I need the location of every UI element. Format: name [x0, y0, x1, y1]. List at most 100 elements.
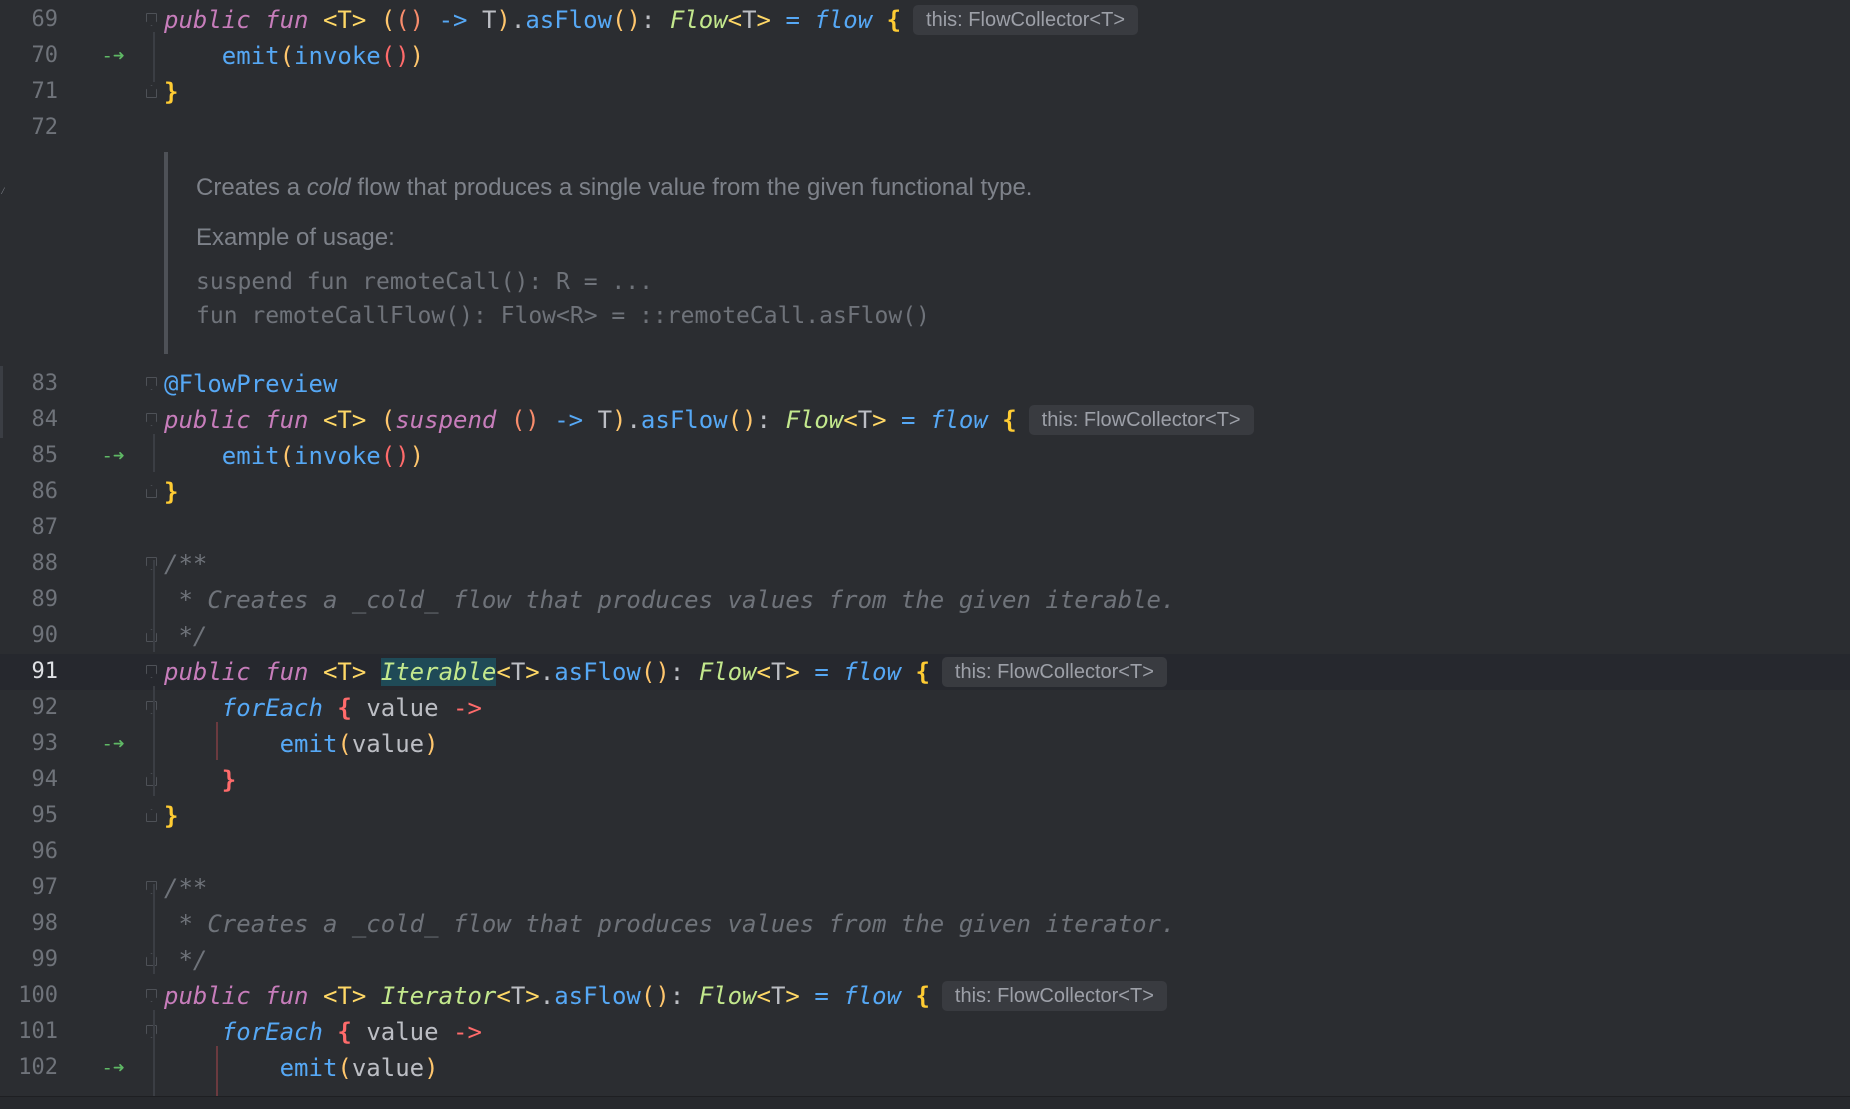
code-line[interactable]: 88 /**	[0, 546, 1850, 582]
code-editor[interactable]: 69 public fun <T> (() -> T).asFlow(): Fl…	[0, 0, 1850, 1096]
fold-icon[interactable]	[146, 413, 157, 426]
code-text[interactable]: public fun <T> (() -> T).asFlow(): Flow<…	[164, 2, 1139, 38]
indent-guide	[153, 434, 155, 472]
fold-icon[interactable]	[146, 989, 157, 1002]
code-line[interactable]: 71 }	[0, 74, 1850, 110]
code-line[interactable]: 97 /**	[0, 870, 1850, 906]
inlay-hint: this: FlowCollector<T>	[913, 5, 1139, 35]
code-text[interactable]: */	[164, 618, 207, 654]
fold-icon[interactable]	[146, 665, 157, 678]
indent-guide	[216, 722, 218, 760]
line-number: 102	[18, 1055, 58, 1080]
line-number: 85	[31, 443, 59, 468]
code-line[interactable]: 84 public fun <T> (suspend () -> T).asFl…	[0, 402, 1850, 438]
code-line[interactable]: 95 }	[0, 798, 1850, 834]
line-number: 90	[31, 623, 59, 648]
line-number: 94	[31, 767, 59, 792]
fold-icon[interactable]	[146, 881, 157, 894]
fold-icon[interactable]	[146, 773, 157, 786]
line-number: 101	[18, 1019, 58, 1044]
code-line[interactable]: 102 -➜ emit(value)	[0, 1050, 1850, 1086]
doc-example-heading: Example of usage:	[196, 224, 395, 251]
doc-code-line: suspend fun remoteCall(): R = ...	[196, 269, 653, 295]
fold-icon[interactable]	[146, 557, 157, 570]
code-text[interactable]: @FlowPreview	[164, 366, 337, 402]
code-text[interactable]: forEach { value ->	[164, 690, 482, 726]
highlighted-identifier: Iterable	[380, 658, 497, 686]
suspend-call-icon[interactable]: -➜	[100, 733, 126, 755]
code-line[interactable]: 96	[0, 834, 1850, 870]
code-text[interactable]: * Creates a _cold_ flow that produces va…	[164, 582, 1175, 618]
line-number: 95	[31, 803, 59, 828]
code-line[interactable]: 98 * Creates a _cold_ flow that produces…	[0, 906, 1850, 942]
fold-icon[interactable]	[146, 377, 157, 390]
line-number: 70	[31, 43, 59, 68]
code-text[interactable]: public fun <T> Iterable<T>.asFlow(): Flo…	[164, 654, 1167, 690]
indent-guide	[153, 884, 155, 974]
horizontal-scrollbar[interactable]	[0, 1096, 1850, 1109]
line-number: 96	[31, 839, 59, 864]
line-number: 100	[18, 983, 58, 1008]
line-number: 71	[31, 79, 59, 104]
code-line[interactable]: 101 forEach { value ->	[0, 1014, 1850, 1050]
inlay-hint: this: FlowCollector<T>	[941, 657, 1167, 687]
change-marker	[0, 366, 3, 438]
code-line[interactable]: 70 -➜ emit(invoke())	[0, 38, 1850, 74]
fold-icon[interactable]	[146, 629, 157, 642]
code-text[interactable]: * Creates a _cold_ flow that produces va…	[164, 906, 1175, 942]
inlay-hint: this: FlowCollector<T>	[941, 981, 1167, 1011]
code-line[interactable]: 90 */	[0, 618, 1850, 654]
line-number: 88	[31, 551, 59, 576]
indent-guide	[216, 1046, 218, 1096]
code-text[interactable]: public fun <T> Iterator<T>.asFlow(): Flo…	[164, 978, 1167, 1014]
line-number: 72	[31, 115, 59, 140]
code-text[interactable]: }	[164, 74, 178, 110]
suspend-call-icon[interactable]: -➜	[100, 45, 126, 67]
code-text[interactable]: emit(value)	[164, 726, 439, 762]
code-line[interactable]: 87	[0, 510, 1850, 546]
indent-guide	[153, 1010, 155, 1096]
fold-icon[interactable]	[146, 13, 157, 26]
code-line-current[interactable]: 91 public fun <T> Iterable<T>.asFlow(): …	[0, 654, 1850, 690]
code-text[interactable]: emit(invoke())	[164, 438, 424, 474]
code-text[interactable]: }	[164, 474, 178, 510]
indent-guide	[153, 686, 155, 796]
code-text[interactable]: public fun <T> (suspend () -> T).asFlow(…	[164, 402, 1254, 438]
line-number: 87	[31, 515, 59, 540]
fold-icon[interactable]	[146, 85, 157, 98]
suspend-call-icon[interactable]: -➜	[100, 445, 126, 467]
code-text[interactable]: */	[164, 942, 207, 978]
fold-icon[interactable]	[146, 953, 157, 966]
code-text[interactable]: /**	[164, 546, 207, 582]
code-line[interactable]: 94 }	[0, 762, 1850, 798]
code-line[interactable]: 85 -➜ emit(invoke())	[0, 438, 1850, 474]
code-text[interactable]: }	[164, 798, 178, 834]
code-text[interactable]: emit(invoke())	[164, 38, 424, 74]
doc-description: Creates a cold flow that produces a sing…	[196, 174, 1033, 201]
code-line[interactable]: 69 public fun <T> (() -> T).asFlow(): Fl…	[0, 2, 1850, 38]
code-text[interactable]: /**	[164, 870, 207, 906]
code-line[interactable]: 86 }	[0, 474, 1850, 510]
suspend-call-icon[interactable]: -➜	[100, 1057, 126, 1079]
rendered-doc-comment[interactable]: Creates a cold flow that produces a sing…	[164, 152, 1268, 354]
code-line[interactable]: 72	[0, 110, 1850, 146]
fold-icon[interactable]	[146, 701, 157, 714]
code-text[interactable]: emit(value)	[164, 1050, 439, 1086]
fold-icon[interactable]	[146, 809, 157, 822]
code-text[interactable]: }	[164, 762, 236, 798]
line-number: 98	[31, 911, 59, 936]
indent-guide	[153, 560, 155, 652]
line-number: 89	[31, 587, 59, 612]
line-number: 86	[31, 479, 59, 504]
code-line[interactable]: 83 @FlowPreview	[0, 366, 1850, 402]
line-number: 69	[31, 7, 59, 32]
fold-icon[interactable]	[146, 1025, 157, 1038]
caret-marker-icon: ⁄	[0, 186, 7, 197]
fold-icon[interactable]	[146, 485, 157, 498]
code-line[interactable]: 99 */	[0, 942, 1850, 978]
code-line[interactable]: 100 public fun <T> Iterator<T>.asFlow():…	[0, 978, 1850, 1014]
code-line[interactable]: 92 forEach { value ->	[0, 690, 1850, 726]
code-text[interactable]: forEach { value ->	[164, 1014, 482, 1050]
code-line[interactable]: 89 * Creates a _cold_ flow that produces…	[0, 582, 1850, 618]
code-line[interactable]: 93 -➜ emit(value)	[0, 726, 1850, 762]
